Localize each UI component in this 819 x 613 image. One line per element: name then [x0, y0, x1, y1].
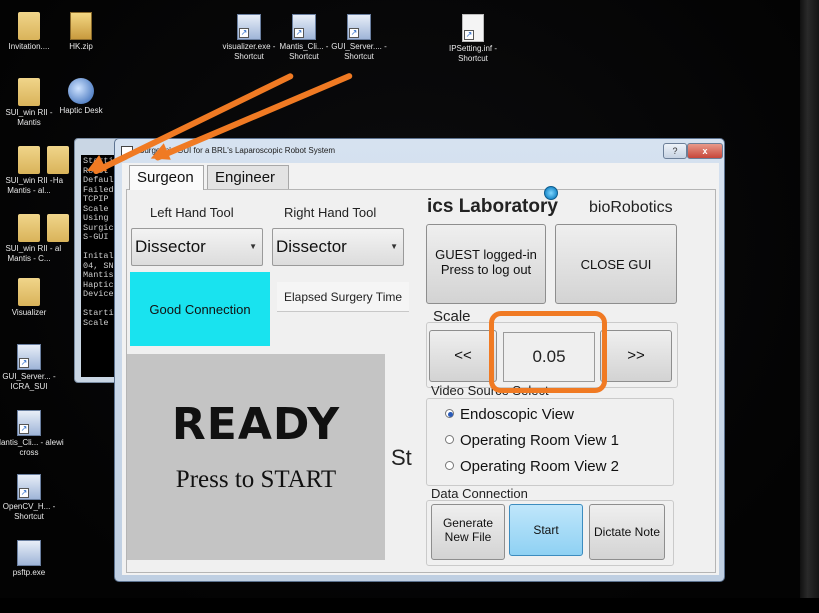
- surgeon-tab-panel: Left Hand Tool Right Hand Tool Dissector…: [126, 189, 716, 573]
- data-connection-label: Data Connection: [431, 486, 528, 501]
- right-tool-label: Right Hand Tool: [284, 205, 377, 220]
- left-tool-label: Left Hand Tool: [150, 205, 234, 220]
- shortcut-icon: ↗: [17, 344, 41, 370]
- tab-engineer[interactable]: Engineer: [207, 165, 289, 189]
- desktop-icon-label: Mantis_Cli... - alewi cross: [0, 438, 64, 457]
- radio-label: Endoscopic View: [460, 406, 574, 423]
- desktop-icon-al[interactable]: al: [38, 214, 78, 254]
- mouse-cursor-icon: [544, 186, 558, 200]
- window-titlebar[interactable]: Surgeon's GUI for a BRL's Laparoscopic R…: [115, 139, 724, 163]
- file-shortcut-icon: ↗: [462, 14, 484, 42]
- desktop-icon-mantis-alewi[interactable]: ↗ Mantis_Cli... - alewi cross: [0, 410, 64, 458]
- desktop-icon-gui-server-shortcut[interactable]: ↗ GUI_Server.... - Shortcut: [324, 14, 394, 62]
- desktop-icon-label: HK.zip: [69, 42, 93, 51]
- window-client-area: Surgeon Engineer Left Hand Tool Right Ha…: [122, 163, 719, 575]
- connection-status: Good Connection: [130, 272, 270, 346]
- shortcut-icon: ↗: [237, 14, 261, 40]
- folder-icon: [18, 78, 40, 106]
- right-tool-value: Dissector: [276, 237, 347, 256]
- radio-label: Operating Room View 2: [460, 458, 619, 475]
- folder-icon: [47, 146, 69, 174]
- scale-highlight-annotation: [489, 311, 607, 393]
- monitor-bottom-edge: [0, 598, 819, 613]
- desktop-icon-label: al: [54, 244, 62, 253]
- shortcut-icon: ↗: [292, 14, 316, 40]
- scale-decrease-button[interactable]: <<: [429, 330, 497, 382]
- data-start-button[interactable]: Start: [509, 504, 583, 556]
- desktop-icon-label: Ha: [52, 176, 64, 185]
- folder-icon: [18, 278, 40, 306]
- connection-status-text: Good Connection: [149, 302, 251, 317]
- radio-selected-icon: [445, 409, 454, 418]
- ready-start-button[interactable]: READY Press to START: [127, 354, 385, 560]
- folder-icon: [18, 146, 40, 174]
- left-tool-value: Dissector: [135, 237, 206, 256]
- desktop-icon-label: OpenCV_H... - Shortcut: [2, 502, 56, 521]
- folder-icon: [18, 214, 40, 242]
- lab-banner: ics Laboratory: [427, 196, 558, 217]
- surgeon-gui-window[interactable]: Surgeon's GUI for a BRL's Laparoscopic R…: [114, 138, 725, 582]
- radio-unselected-icon: [445, 461, 454, 470]
- desktop-icon-gui-server-icra[interactable]: ↗ GUI_Server... - ICRA_SUI: [0, 344, 64, 392]
- chevron-down-icon: ▼: [390, 242, 398, 251]
- desktop-icon-label: Mantis_Cli... - Shortcut: [279, 42, 329, 61]
- shortcut-icon: ↗: [347, 14, 371, 40]
- right-tool-select[interactable]: Dissector ▼: [272, 228, 404, 266]
- scale-increase-button[interactable]: >>: [600, 330, 672, 382]
- ready-subtitle: Press to START: [175, 466, 337, 493]
- tab-surgeon[interactable]: Surgeon: [129, 165, 204, 190]
- desktop-icon-label: Visualizer: [11, 308, 47, 317]
- desktop-icon-opencv[interactable]: ↗ OpenCV_H... - Shortcut: [0, 474, 64, 522]
- desktop-icon-label: Haptic Desk: [59, 106, 103, 115]
- chevron-down-icon: ▼: [249, 242, 257, 251]
- desktop-icon-haptic-desk[interactable]: Haptic Desk: [46, 78, 116, 116]
- desktop-icon-label: GUI_Server.... - Shortcut: [331, 42, 387, 61]
- elapsed-time-display: Elapsed Surgery Time: [277, 282, 409, 312]
- desktop-icon-label: psftp.exe: [12, 568, 46, 577]
- haptic-icon: [68, 78, 94, 104]
- partial-label: St: [391, 445, 412, 470]
- ready-title: READY: [171, 399, 341, 450]
- elapsed-time-label: Elapsed Surgery Time: [283, 290, 403, 304]
- generate-new-file-button[interactable]: Generate New File: [431, 504, 505, 560]
- left-tool-select[interactable]: Dissector ▼: [131, 228, 263, 266]
- lab-banner-2: bioRobotics: [589, 199, 673, 216]
- radio-unselected-icon: [445, 435, 454, 444]
- desktop-icon-ha[interactable]: Ha: [38, 146, 78, 186]
- monitor-frame: [800, 0, 819, 613]
- radio-operating-room-view-1[interactable]: Operating Room View 1: [445, 432, 619, 449]
- shortcut-icon: ↗: [17, 410, 41, 436]
- desktop-icon-visualizer[interactable]: Visualizer: [0, 278, 64, 318]
- shortcut-icon: ↗: [17, 474, 41, 500]
- folder-icon: [18, 12, 40, 40]
- close-gui-button[interactable]: CLOSE GUI: [555, 224, 677, 304]
- desktop-icon-ipsetting-shortcut[interactable]: ↗ IPSetting.inf - Shortcut: [438, 14, 508, 64]
- desktop-icon-label: IPSetting.inf - Shortcut: [448, 44, 498, 63]
- radio-endoscopic-view[interactable]: Endoscopic View: [445, 406, 574, 423]
- desktop-icon-hk-zip[interactable]: HK.zip: [46, 12, 116, 52]
- radio-operating-room-view-2[interactable]: Operating Room View 2: [445, 458, 619, 475]
- help-button[interactable]: ?: [663, 143, 687, 159]
- desktop-icon-label: GUI_Server... - ICRA_SUI: [2, 372, 56, 391]
- radio-label: Operating Room View 1: [460, 432, 619, 449]
- dictate-note-button[interactable]: Dictate Note: [589, 504, 665, 560]
- desktop-icon-psftp[interactable]: psftp.exe: [0, 540, 64, 578]
- folder-icon: [47, 214, 69, 242]
- desktop-icon-label: Invitation....: [8, 42, 50, 51]
- desktop-icon-label: visualizer.exe - Shortcut: [222, 42, 276, 61]
- guest-logout-button[interactable]: GUEST logged-in Press to log out: [426, 224, 546, 304]
- zip-icon: [70, 12, 92, 40]
- exe-icon: [17, 540, 41, 566]
- close-window-button[interactable]: x: [687, 143, 723, 159]
